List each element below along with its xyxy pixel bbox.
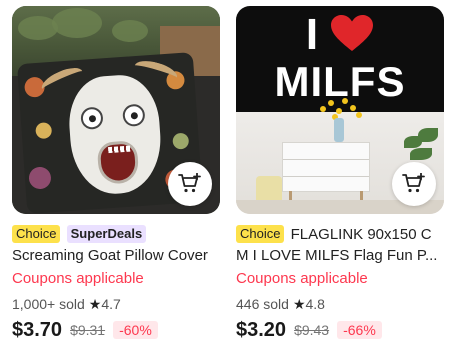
add-to-cart-icon bbox=[402, 173, 425, 193]
product-title[interactable]: Choice FLAGLINK 90x150 C M I LOVE MILFS … bbox=[236, 224, 444, 266]
discount-badge: -60% bbox=[113, 321, 158, 339]
dresser bbox=[282, 142, 370, 205]
rating-value: 4.8 bbox=[305, 296, 325, 312]
price-row: $3.70 $9.31 -60% bbox=[12, 317, 220, 343]
coupon-label: Coupons applicable bbox=[236, 270, 368, 287]
sales-rating: 1,000+ sold ★4.7 bbox=[12, 294, 220, 314]
sales-rating: 446 sold ★4.8 bbox=[236, 294, 444, 314]
price-row: $3.20 $9.43 -66% bbox=[236, 317, 444, 343]
product-card[interactable]: Choice SuperDeals Screaming Goat Pillow … bbox=[12, 6, 220, 343]
coupon-label: Coupons applicable bbox=[12, 270, 144, 287]
choice-badge: Choice bbox=[236, 225, 285, 243]
current-price: $3.70 bbox=[12, 318, 63, 341]
choice-badge: Choice bbox=[12, 225, 61, 243]
original-price: $9.43 bbox=[294, 322, 330, 338]
product-image[interactable] bbox=[12, 6, 220, 214]
sold-count: 1,000+ sold bbox=[12, 296, 85, 312]
product-image[interactable]: I MILFS bbox=[236, 6, 444, 214]
flag-line-1: I bbox=[236, 10, 444, 60]
add-to-cart-button[interactable] bbox=[392, 162, 436, 206]
add-to-cart-icon bbox=[178, 173, 201, 193]
product-title[interactable]: Choice SuperDeals Screaming Goat Pillow … bbox=[12, 224, 220, 266]
rating-value: 4.7 bbox=[101, 296, 121, 312]
star-icon: ★ bbox=[88, 296, 102, 312]
add-to-cart-button[interactable] bbox=[168, 162, 212, 206]
sold-count: 446 sold bbox=[236, 296, 289, 312]
heart-icon bbox=[331, 15, 374, 52]
discount-badge: -66% bbox=[337, 321, 382, 339]
star-icon: ★ bbox=[292, 296, 306, 312]
goat-head bbox=[66, 72, 165, 197]
original-price: $9.31 bbox=[70, 322, 106, 338]
vase bbox=[334, 118, 344, 142]
superdeals-badge: SuperDeals bbox=[66, 225, 147, 243]
current-price: $3.20 bbox=[236, 318, 287, 341]
product-card[interactable]: I MILFS Choice FLAGLINK 90x150 C M I LOV… bbox=[236, 6, 444, 343]
product-title-text: Screaming Goat Pillow Cover Soft Prote..… bbox=[12, 247, 208, 264]
